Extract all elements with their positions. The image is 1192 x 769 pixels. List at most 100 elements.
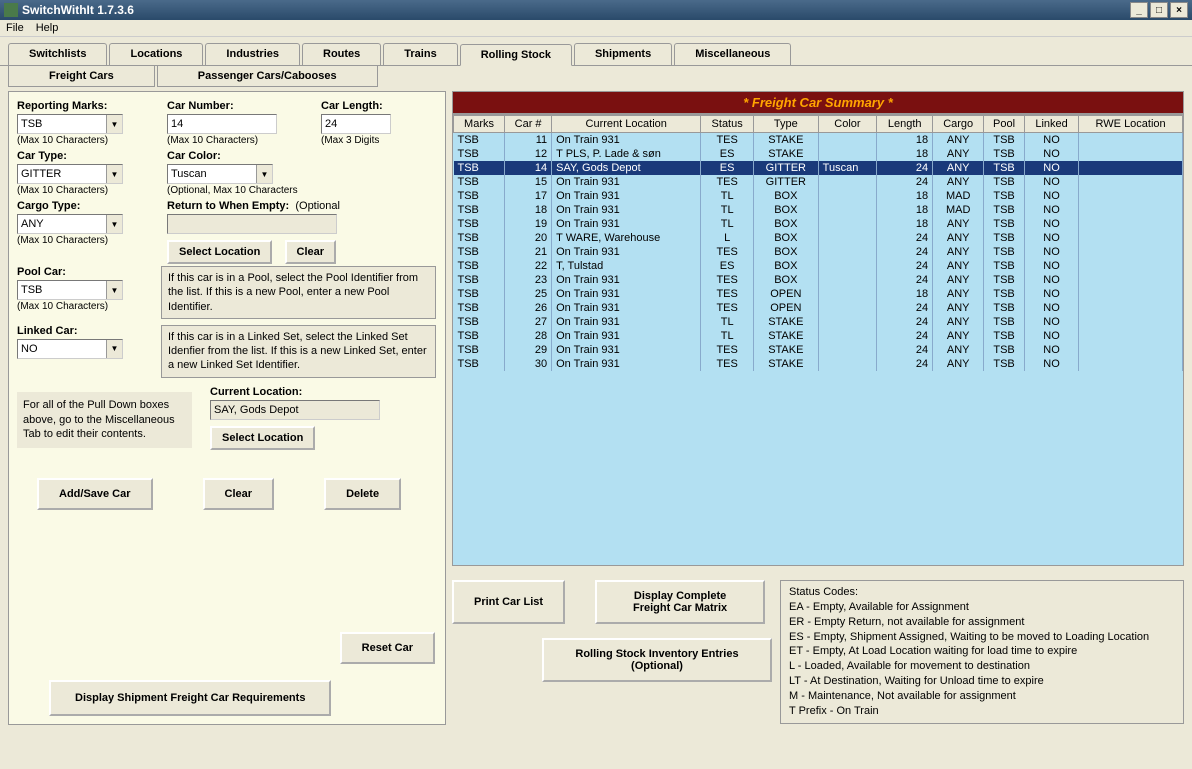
table-row[interactable]: TSB15On Train 931TESGITTER24ANYTSBNO	[454, 175, 1183, 189]
titlebar: SwitchWithIt 1.7.3.6 _ □ ×	[0, 0, 1192, 20]
table-row[interactable]: TSB12T PLS, P. Lade & sønESSTAKE18ANYTSB…	[454, 147, 1183, 161]
tab-switchlists[interactable]: Switchlists	[8, 43, 107, 65]
col-header[interactable]: Linked	[1024, 116, 1078, 133]
table-row[interactable]: TSB11On Train 931TESSTAKE18ANYTSBNO	[454, 133, 1183, 148]
subtab-passenger-cars-cabooses[interactable]: Passenger Cars/Cabooses	[157, 66, 378, 87]
delete-button[interactable]: Delete	[324, 478, 401, 510]
reset-car-button[interactable]: Reset Car	[340, 632, 435, 664]
pool-help: If this car is in a Pool, select the Poo…	[161, 266, 436, 319]
tab-routes[interactable]: Routes	[302, 43, 381, 65]
table-row[interactable]: TSB19On Train 931TLBOX18ANYTSBNO	[454, 217, 1183, 231]
table-row[interactable]: TSB25On Train 931TESOPEN18ANYTSBNO	[454, 287, 1183, 301]
car-length-label: Car Length:	[321, 100, 391, 112]
table-row[interactable]: TSB29On Train 931TESSTAKE24ANYTSBNO	[454, 343, 1183, 357]
status-line: ES - Empty, Shipment Assigned, Waiting t…	[789, 630, 1175, 645]
summary-table-wrap[interactable]: MarksCar #Current LocationStatusTypeColo…	[452, 114, 1184, 566]
table-row[interactable]: TSB23On Train 931TESBOX24ANYTSBNO	[454, 273, 1183, 287]
car-type-combo[interactable]: ▼	[17, 164, 123, 184]
status-line: LT - At Destination, Waiting for Unload …	[789, 674, 1175, 689]
col-header[interactable]: Type	[753, 116, 818, 133]
status-line: T Prefix - On Train	[789, 704, 1175, 719]
col-header[interactable]: Cargo	[933, 116, 984, 133]
matrix-button[interactable]: Display Complete Freight Car Matrix	[595, 580, 765, 624]
table-row[interactable]: TSB26On Train 931TESOPEN24ANYTSBNO	[454, 301, 1183, 315]
subtab-freight-cars[interactable]: Freight Cars	[8, 66, 155, 87]
table-row[interactable]: TSB28On Train 931TLSTAKE24ANYTSBNO	[454, 329, 1183, 343]
pool-car-hint: (Max 10 Characters)	[17, 301, 135, 312]
chevron-down-icon: ▼	[106, 215, 122, 233]
requirements-button[interactable]: Display Shipment Freight Car Requirement…	[49, 680, 331, 716]
tab-industries[interactable]: Industries	[205, 43, 300, 65]
status-codes-title: Status Codes:	[789, 585, 1175, 600]
status-line: L - Loaded, Available for movement to de…	[789, 659, 1175, 674]
status-line: M - Maintenance, Not available for assig…	[789, 689, 1175, 704]
clear-location-button[interactable]: Clear	[285, 240, 337, 264]
menu-help[interactable]: Help	[36, 22, 59, 34]
car-number-hint: (Max 10 Characters)	[167, 135, 277, 146]
close-button[interactable]: ×	[1170, 2, 1188, 18]
menu-file[interactable]: File	[6, 22, 24, 34]
current-location-input[interactable]	[210, 400, 380, 420]
select-location-button-2[interactable]: Select Location	[210, 426, 315, 450]
tab-trains[interactable]: Trains	[383, 43, 457, 65]
cargo-type-label: Cargo Type:	[17, 200, 123, 212]
tab-locations[interactable]: Locations	[109, 43, 203, 65]
col-header[interactable]: Marks	[454, 116, 505, 133]
status-codes: Status Codes: EA - Empty, Available for …	[780, 580, 1184, 724]
main-tabs: SwitchlistsLocationsIndustriesRoutesTrai…	[0, 37, 1192, 65]
reporting-marks-hint: (Max 10 Characters)	[17, 135, 123, 146]
tab-shipments[interactable]: Shipments	[574, 43, 672, 65]
col-header[interactable]: Car #	[505, 116, 552, 133]
status-line: EA - Empty, Available for Assignment	[789, 600, 1175, 615]
car-number-input[interactable]	[167, 114, 277, 134]
print-button[interactable]: Print Car List	[452, 580, 565, 624]
table-row[interactable]: TSB22T, TulstadESBOX24ANYTSBNO	[454, 259, 1183, 273]
table-row[interactable]: TSB20T WARE, WarehouseLBOX24ANYTSBNO	[454, 231, 1183, 245]
table-row[interactable]: TSB27On Train 931TLSTAKE24ANYTSBNO	[454, 315, 1183, 329]
car-color-combo[interactable]: ▼	[167, 164, 273, 184]
table-row[interactable]: TSB14SAY, Gods DepotESGITTERTuscan24ANYT…	[454, 161, 1183, 175]
linked-car-combo[interactable]: ▼	[17, 339, 123, 359]
cargo-type-combo[interactable]: ▼	[17, 214, 123, 234]
car-length-input[interactable]	[321, 114, 391, 134]
current-location-label: Current Location:	[210, 386, 380, 398]
col-header[interactable]: Length	[877, 116, 933, 133]
clear-button[interactable]: Clear	[203, 478, 275, 510]
menubar: File Help	[0, 20, 1192, 37]
minimize-button[interactable]: _	[1130, 2, 1148, 18]
select-location-button[interactable]: Select Location	[167, 240, 272, 264]
maximize-button[interactable]: □	[1150, 2, 1168, 18]
table-row[interactable]: TSB30On Train 931TESSTAKE24ANYTSBNO	[454, 357, 1183, 371]
car-length-hint: (Max 3 Digits	[321, 135, 391, 146]
reporting-marks-combo[interactable]: ▼	[17, 114, 123, 134]
tab-miscellaneous[interactable]: Miscellaneous	[674, 43, 791, 65]
col-header[interactable]: Color	[818, 116, 877, 133]
chevron-down-icon: ▼	[106, 340, 122, 358]
chevron-down-icon: ▼	[106, 281, 122, 299]
col-header[interactable]: Status	[701, 116, 754, 133]
car-number-label: Car Number:	[167, 100, 277, 112]
pool-car-combo[interactable]: ▼	[17, 280, 123, 300]
return-empty-input[interactable]	[167, 214, 337, 234]
status-line: ER - Empty Return, not available for ass…	[789, 615, 1175, 630]
table-row[interactable]: TSB17On Train 931TLBOX18MADTSBNO	[454, 189, 1183, 203]
col-header[interactable]: Pool	[984, 116, 1025, 133]
form-panel: Reporting Marks: ▼ (Max 10 Characters) C…	[8, 91, 446, 725]
chevron-down-icon: ▼	[106, 165, 122, 183]
tab-rolling-stock[interactable]: Rolling Stock	[460, 44, 572, 66]
return-empty-label: Return to When Empty: (Optional	[167, 200, 397, 212]
table-row[interactable]: TSB18On Train 931TLBOX18MADTSBNO	[454, 203, 1183, 217]
pool-car-label: Pool Car:	[17, 266, 135, 278]
chevron-down-icon: ▼	[106, 115, 122, 133]
inventory-button[interactable]: Rolling Stock Inventory Entries (Optiona…	[542, 638, 772, 682]
linked-help: If this car is in a Linked Set, select t…	[161, 325, 436, 378]
chevron-down-icon: ▼	[256, 165, 272, 183]
car-type-label: Car Type:	[17, 150, 123, 162]
status-line: ET - Empty, At Load Location waiting for…	[789, 644, 1175, 659]
col-header[interactable]: RWE Location	[1079, 116, 1183, 133]
car-type-hint: (Max 10 Characters)	[17, 185, 123, 196]
col-header[interactable]: Current Location	[552, 116, 701, 133]
table-row[interactable]: TSB21On Train 931TESBOX24ANYTSBNO	[454, 245, 1183, 259]
app-icon	[4, 3, 18, 17]
add-save-button[interactable]: Add/Save Car	[37, 478, 153, 510]
